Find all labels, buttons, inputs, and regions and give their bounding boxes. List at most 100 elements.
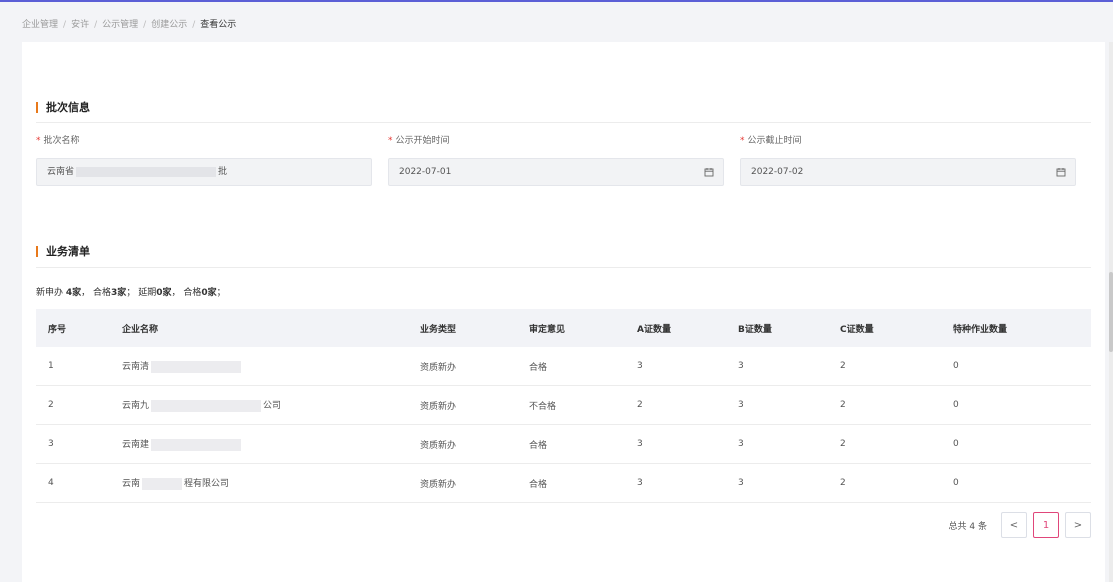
summary-pass-label: 合格 (93, 288, 112, 298)
section-title-text: 批次信息 (46, 101, 90, 114)
breadcrumb-item-anxu[interactable]: 安许 (71, 20, 89, 30)
cell-b-count: 3 (738, 361, 744, 371)
company-name-prefix: 云南清 (122, 362, 150, 373)
summary-pass-count: 0家 (201, 288, 217, 298)
breadcrumb-item-enterprise[interactable]: 企业管理 (22, 20, 58, 30)
start-time-label: * 公示开始时间 (388, 133, 450, 146)
cell-b-count: 3 (738, 478, 744, 488)
section-accent-bar (36, 101, 38, 113)
cell-b-count: 3 (738, 400, 744, 410)
cell-business-type: 资质新办 (420, 401, 457, 412)
cell-special-count: 0 (953, 400, 959, 410)
pagination: 总共 4 条 < 1 > (949, 512, 1091, 538)
cell-business-type: 资质新办 (420, 479, 457, 490)
end-time-label-text: 公示截止时间 (747, 136, 802, 146)
cell-no: 4 (48, 478, 54, 488)
cell-special-count: 0 (953, 439, 959, 449)
end-date-field[interactable]: 2022-07-02 (740, 158, 1076, 186)
cell-no: 2 (48, 400, 54, 410)
content-card: 批次信息 * 批次名称 云南省批 * 公示开始时间 2022-07-01 * 公示截止… (22, 42, 1105, 582)
breadcrumb-item-create[interactable]: 创建公示 (151, 20, 187, 30)
chevron-left-icon: < (1009, 519, 1019, 531)
cell-opinion: 合格 (529, 479, 548, 490)
cell-opinion: 合格 (529, 362, 548, 373)
header-business-type: 业务类型 (420, 324, 457, 335)
header-c-count: C证数量 (840, 324, 874, 335)
end-time-label: * 公示截止时间 (740, 133, 802, 146)
breadcrumb-separator: / (63, 20, 67, 30)
section-title-business: 业务清单 (36, 243, 90, 259)
business-table: 序号 企业名称 业务类型 审定意见 A证数量 B证数量 C证数量 特种作业数量 … (36, 309, 1091, 503)
batch-name-suffix: 批 (218, 167, 228, 177)
cell-opinion: 不合格 (529, 401, 557, 412)
table-row: 1 云南清 资质新办 合格 3 3 2 0 (36, 347, 1091, 386)
breadcrumb-item-publicity[interactable]: 公示管理 (102, 20, 138, 30)
required-mark: * (36, 136, 41, 146)
batch-name-label-text: 批次名称 (43, 136, 80, 146)
batch-name-prefix: 云南省 (47, 167, 75, 177)
cell-a-count: 3 (637, 361, 643, 371)
pagination-prev-button[interactable]: < (1001, 512, 1027, 538)
table-row: 4 云南 程有限公司 资质新办 合格 3 3 2 0 (36, 464, 1091, 503)
top-accent-line (0, 0, 1113, 2)
header-no: 序号 (48, 324, 67, 335)
section-title-text: 业务清单 (46, 245, 90, 258)
batch-name-field[interactable]: 云南省 批 (36, 158, 372, 186)
cell-special-count: 0 (953, 361, 959, 371)
cell-a-count: 2 (637, 400, 643, 410)
summary-new-count: 4家 (65, 288, 82, 298)
breadcrumb-separator: / (94, 20, 98, 30)
cell-a-count: 3 (637, 439, 643, 449)
pagination-next-button[interactable]: > (1065, 512, 1091, 538)
cell-c-count: 2 (840, 361, 846, 371)
redaction-mask (142, 477, 183, 490)
start-date-field[interactable]: 2022-07-01 (388, 158, 724, 186)
breadcrumb-separator: / (192, 20, 196, 30)
company-name-suffix: 程有限公司 (184, 479, 230, 490)
section-title-batch: 批次信息 (36, 99, 90, 115)
cell-company-name: 云南建 (110, 437, 408, 451)
cell-business-type: 资质新办 (420, 440, 457, 451)
chevron-right-icon: > (1073, 519, 1083, 531)
batch-name-label: * 批次名称 (36, 133, 80, 146)
redaction-mask (151, 399, 262, 412)
header-a-count: A证数量 (637, 324, 671, 335)
summary-delay-count: 0家 (156, 288, 172, 298)
scrollbar-thumb[interactable] (1109, 272, 1113, 352)
summary-pass-label: 合格 (183, 288, 202, 298)
calendar-icon[interactable] (704, 167, 714, 177)
section-divider (36, 267, 1091, 268)
cell-no: 3 (48, 439, 54, 449)
page-scrollbar[interactable] (1109, 42, 1113, 582)
cell-special-count: 0 (953, 478, 959, 488)
cell-b-count: 3 (738, 439, 744, 449)
summary-pass-count: 3家 (111, 288, 127, 298)
cell-c-count: 2 (840, 478, 846, 488)
start-time-label-text: 公示开始时间 (395, 136, 450, 146)
header-company-name: 企业名称 (122, 324, 159, 335)
pagination-total: 总共 4 条 (948, 521, 987, 532)
summary-delay-label: 延期 (138, 288, 157, 298)
header-opinion: 审定意见 (529, 324, 566, 335)
cell-business-type: 资质新办 (420, 362, 457, 373)
cell-company-name: 云南清 (110, 359, 408, 373)
company-name-suffix: 公司 (263, 401, 282, 412)
company-name-prefix: 云南 (122, 479, 141, 490)
pagination-page-1[interactable]: 1 (1033, 512, 1059, 538)
header-special-count: 特种作业数量 (953, 324, 1008, 335)
breadcrumb-current: 查看公示 (200, 20, 237, 30)
cell-company-name: 云南 程有限公司 (110, 476, 408, 490)
business-summary: 新申办 4家， 合格3家； 延期0家， 合格0家； (36, 288, 226, 298)
section-accent-bar (36, 245, 38, 257)
section-divider (36, 122, 1091, 123)
cell-no: 1 (48, 361, 54, 371)
redaction-mask (151, 360, 242, 373)
header-b-count: B证数量 (738, 324, 772, 335)
company-name-prefix: 云南建 (122, 440, 150, 451)
redaction-mask (76, 166, 217, 177)
table-header: 序号 企业名称 业务类型 审定意见 A证数量 B证数量 C证数量 特种作业数量 (36, 309, 1091, 347)
calendar-icon[interactable] (1056, 167, 1066, 177)
table-row: 2 云南九 公司 资质新办 不合格 2 3 2 0 (36, 386, 1091, 425)
end-date-value: 2022-07-02 (751, 167, 804, 177)
cell-c-count: 2 (840, 439, 846, 449)
